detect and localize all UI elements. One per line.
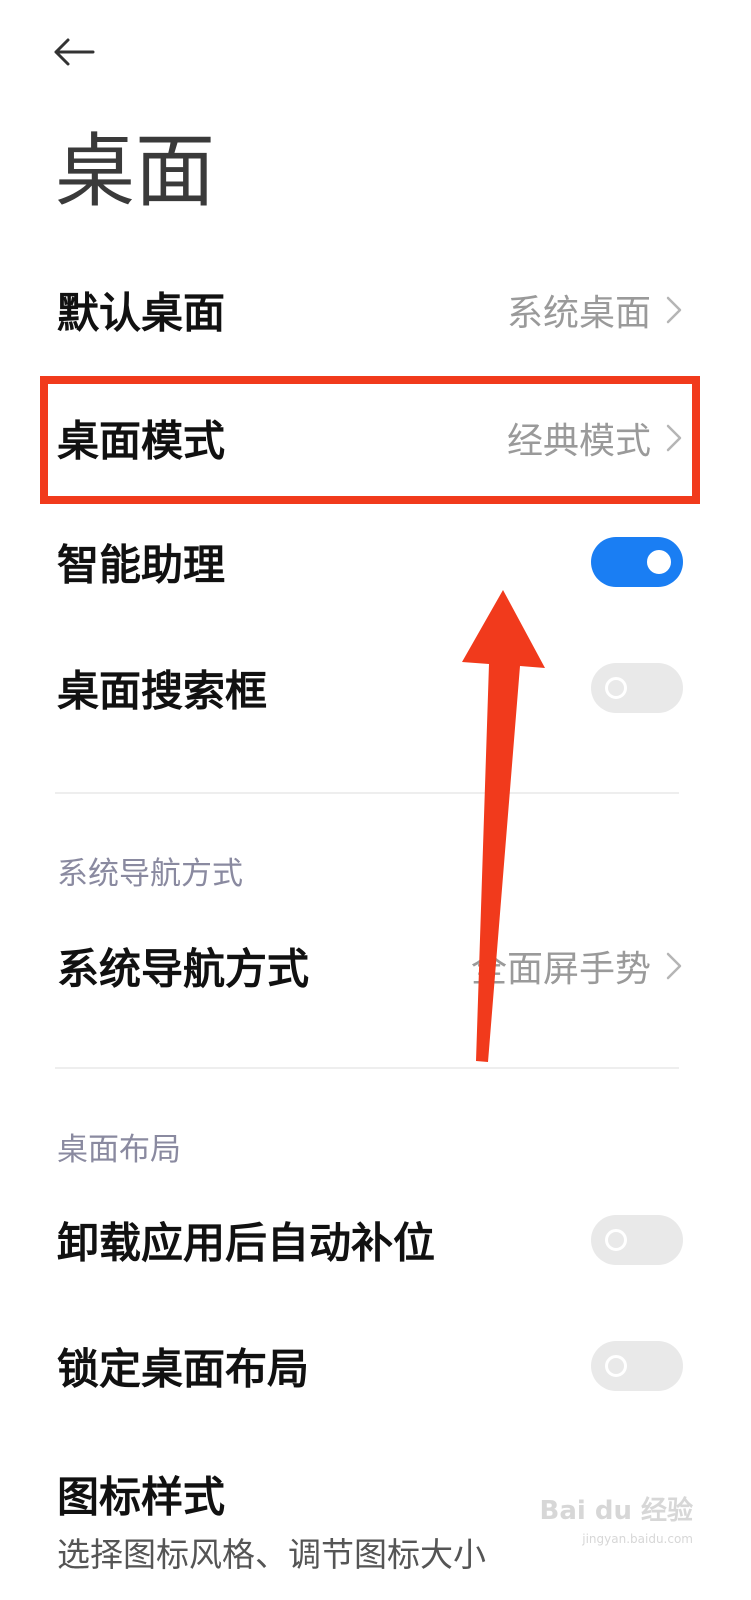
default-launcher-label: 默认桌面 xyxy=(57,288,226,338)
chevron-right-icon xyxy=(666,952,682,980)
lock-layout-row: 锁定桌面布局 xyxy=(0,1304,751,1428)
back-button[interactable] xyxy=(50,28,98,76)
section-divider xyxy=(55,1067,679,1069)
toggle-knob xyxy=(605,1229,627,1251)
arrow-left-icon xyxy=(54,38,95,66)
system-navigation-value: 全面屏手势 xyxy=(470,949,651,990)
launcher-mode-row[interactable]: 桌面模式 经典模式 xyxy=(0,376,751,500)
chevron-right-icon xyxy=(666,424,682,452)
auto-fill-row: 卸载应用后自动补位 xyxy=(0,1178,751,1302)
lock-layout-label: 锁定桌面布局 xyxy=(57,1344,310,1394)
icon-style-sublabel: 选择图标风格、调节图标大小 xyxy=(57,1535,486,1574)
layout-section-header: 桌面布局 xyxy=(57,1132,181,1168)
system-navigation-row[interactable]: 系统导航方式 全面屏手势 xyxy=(0,904,751,1028)
default-launcher-value: 系统桌面 xyxy=(506,293,651,334)
baidu-watermark: Bai du 经验 xyxy=(539,1496,694,1526)
smart-assistant-label: 智能助理 xyxy=(57,540,226,590)
home-search-bar-label: 桌面搜索框 xyxy=(57,666,268,716)
section-divider xyxy=(55,792,679,794)
lock-layout-toggle[interactable] xyxy=(591,1341,683,1391)
toggle-knob xyxy=(605,1355,627,1377)
page-title: 桌面 xyxy=(55,125,215,218)
smart-assistant-row: 智能助理 xyxy=(0,500,751,624)
auto-fill-label: 卸载应用后自动补位 xyxy=(57,1218,436,1268)
icon-style-label: 图标样式 xyxy=(57,1472,226,1522)
toggle-knob xyxy=(605,677,627,699)
auto-fill-toggle[interactable] xyxy=(591,1215,683,1265)
baidu-watermark-url: jingyan.baidu.com xyxy=(582,1532,693,1546)
navigation-section-header: 系统导航方式 xyxy=(57,856,243,892)
launcher-mode-value: 经典模式 xyxy=(506,421,651,462)
smart-assistant-toggle[interactable] xyxy=(591,537,683,587)
home-search-bar-row: 桌面搜索框 xyxy=(0,626,751,750)
chevron-right-icon xyxy=(666,296,682,324)
launcher-mode-label: 桌面模式 xyxy=(57,416,226,466)
home-search-bar-toggle[interactable] xyxy=(591,663,683,713)
toggle-knob xyxy=(647,550,671,574)
default-launcher-row[interactable]: 默认桌面 系统桌面 xyxy=(0,248,751,372)
system-navigation-label: 系统导航方式 xyxy=(57,944,310,994)
